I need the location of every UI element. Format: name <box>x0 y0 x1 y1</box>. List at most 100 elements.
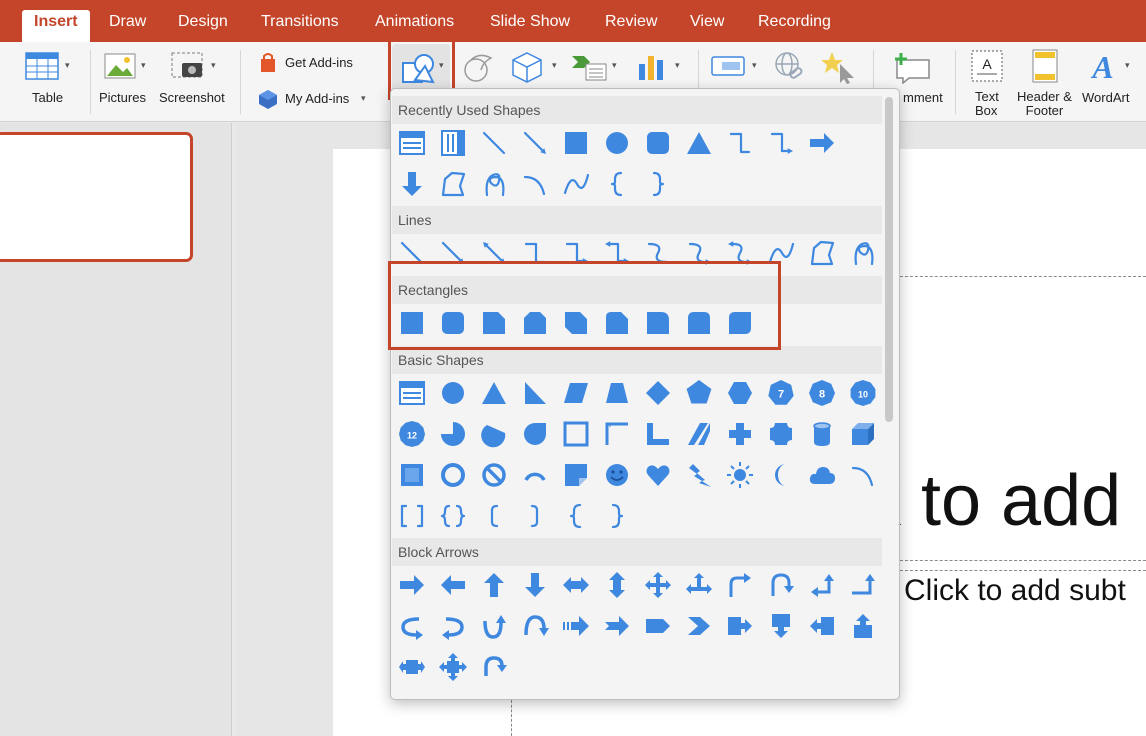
diamond-shape-icon[interactable] <box>643 378 673 408</box>
curved-connector-shape-icon[interactable] <box>643 238 673 268</box>
arrow-line-shape-icon[interactable] <box>520 128 550 158</box>
right-brace-shape-icon[interactable] <box>643 169 673 199</box>
snip-round-single-shape-icon[interactable] <box>602 308 632 338</box>
line-shape-icon[interactable] <box>479 128 509 158</box>
double-arrow-shape-icon[interactable] <box>479 238 509 268</box>
screenshot-label[interactable]: Screenshot <box>159 90 225 105</box>
left-arrow-shape-icon[interactable] <box>438 570 468 600</box>
hexagon-shape-icon[interactable] <box>725 378 755 408</box>
scribble-shape-icon[interactable] <box>848 238 878 268</box>
subtitle-placeholder[interactable]: Click to add subt <box>904 574 1126 608</box>
curved-right-arrow-shape-icon[interactable] <box>397 611 427 641</box>
freeform-shape-icon[interactable] <box>807 238 837 268</box>
action-icon[interactable] <box>710 52 748 80</box>
wordart-icon[interactable]: A <box>1088 48 1118 85</box>
pictures-label[interactable]: Pictures <box>99 90 146 105</box>
tab-animations[interactable]: Animations <box>375 13 454 31</box>
curved-arrow-shape-icon[interactable] <box>684 238 714 268</box>
u-turn-arrow-shape-icon[interactable] <box>766 570 796 600</box>
up-down-arrow-shape-icon[interactable] <box>602 570 632 600</box>
snip-diagonal-shape-icon[interactable] <box>561 308 591 338</box>
right-brace-shape-icon[interactable] <box>602 501 632 531</box>
wordart-label[interactable]: WordArt <box>1082 90 1129 105</box>
sun-shape-icon[interactable] <box>725 460 755 490</box>
left-right-up-arrow-shape-icon[interactable] <box>684 570 714 600</box>
heart-shape-icon[interactable] <box>643 460 673 490</box>
title-placeholder[interactable]: k to add <box>865 460 1121 542</box>
oval-shape-icon[interactable] <box>438 378 468 408</box>
comment-label[interactable]: mment <box>903 90 943 105</box>
dodecagon-shape-icon[interactable]: 12 <box>397 419 427 449</box>
chart-icon[interactable] <box>636 50 670 82</box>
table-icon[interactable] <box>24 50 62 82</box>
parallelogram-shape-icon[interactable] <box>561 378 591 408</box>
pictures-icon[interactable] <box>103 50 137 82</box>
header-footer-icon[interactable] <box>1030 48 1060 84</box>
bent-arrow-shape-icon[interactable] <box>725 570 755 600</box>
cross-shape-icon[interactable] <box>725 419 755 449</box>
right-triangle-shape-icon[interactable] <box>520 378 550 408</box>
notched-right-arrow-shape-icon[interactable] <box>602 611 632 641</box>
vertical-text-box-shape-icon[interactable] <box>438 128 468 158</box>
rectangle-shape-icon[interactable] <box>397 308 427 338</box>
round-same-side-shape-icon[interactable] <box>684 308 714 338</box>
plaque-shape-icon[interactable] <box>766 419 796 449</box>
get-addins-label[interactable]: Get Add-ins <box>285 55 353 70</box>
block-arc-shape-icon[interactable] <box>520 460 550 490</box>
tab-review[interactable]: Review <box>605 13 657 31</box>
my-addins-label[interactable]: My Add-ins <box>285 91 349 106</box>
down-arrow-callout-shape-icon[interactable] <box>766 611 796 641</box>
elbow-arrow-shape-icon[interactable] <box>561 238 591 268</box>
triangle-shape-icon[interactable] <box>684 128 714 158</box>
cube-shape-icon[interactable] <box>848 419 878 449</box>
cloud-shape-icon[interactable] <box>807 460 837 490</box>
star-cursor-icon[interactable] <box>820 50 858 84</box>
trapezoid-shape-icon[interactable] <box>602 378 632 408</box>
get-addins-icon[interactable] <box>258 52 278 74</box>
moon-shape-icon[interactable] <box>766 460 796 490</box>
my-addins-icon[interactable] <box>257 88 279 110</box>
decagon-shape-icon[interactable]: 10 <box>848 378 878 408</box>
frame-shape-icon[interactable] <box>561 419 591 449</box>
arc-shape-icon[interactable] <box>520 169 550 199</box>
left-arrow-callout-shape-icon[interactable] <box>807 611 837 641</box>
snip-single-corner-shape-icon[interactable] <box>479 308 509 338</box>
up-arrow-shape-icon[interactable] <box>479 570 509 600</box>
text-box-label[interactable]: Text Box <box>975 90 999 118</box>
shapes-dropdown-caret[interactable]: ▾ <box>439 60 444 71</box>
oval-shape-icon[interactable] <box>602 128 632 158</box>
table-label[interactable]: Table <box>32 90 63 105</box>
octagon-shape-icon[interactable]: 8 <box>807 378 837 408</box>
arc-shape-icon[interactable] <box>848 460 878 490</box>
no-symbol-shape-icon[interactable] <box>479 460 509 490</box>
pie-shape-icon[interactable] <box>438 419 468 449</box>
right-arrow-callout-shape-icon[interactable] <box>725 611 755 641</box>
right-arrow-shape-icon[interactable] <box>397 570 427 600</box>
tab-design[interactable]: Design <box>178 13 228 31</box>
left-brace-shape-icon[interactable] <box>602 169 632 199</box>
left-brace-shape-icon[interactable] <box>561 501 591 531</box>
donut-shape-icon[interactable] <box>438 460 468 490</box>
chart-dropdown-caret[interactable]: ▾ <box>675 60 680 71</box>
line-arrow-shape-icon[interactable] <box>438 238 468 268</box>
header-footer-label[interactable]: Header & Footer <box>1017 90 1072 118</box>
comment-icon[interactable] <box>893 50 933 85</box>
left-right-arrow-shape-icon[interactable] <box>561 570 591 600</box>
link-icon[interactable] <box>773 50 807 84</box>
tab-view[interactable]: View <box>690 13 724 31</box>
rectangle-shape-icon[interactable] <box>561 128 591 158</box>
curved-left-arrow-shape-icon[interactable] <box>438 611 468 641</box>
text-box-icon[interactable]: A <box>969 48 1005 84</box>
smartart-dropdown-caret[interactable]: ▾ <box>612 60 617 71</box>
tab-draw[interactable]: Draw <box>109 13 146 31</box>
curved-down-arrow-shape-icon[interactable] <box>520 611 550 641</box>
chevron-shape-icon[interactable] <box>684 611 714 641</box>
folded-corner-shape-icon[interactable] <box>561 460 591 490</box>
half-frame-shape-icon[interactable] <box>602 419 632 449</box>
wordart-dropdown-caret[interactable]: ▾ <box>1125 60 1130 71</box>
circular-arrow-shape-icon[interactable] <box>479 652 509 682</box>
elbow-connector-shape-icon[interactable] <box>520 238 550 268</box>
right-bracket-shape-icon[interactable] <box>520 501 550 531</box>
slide-thumbnail[interactable] <box>0 132 193 262</box>
elbow-arrow-connector-shape-icon[interactable] <box>766 128 796 158</box>
